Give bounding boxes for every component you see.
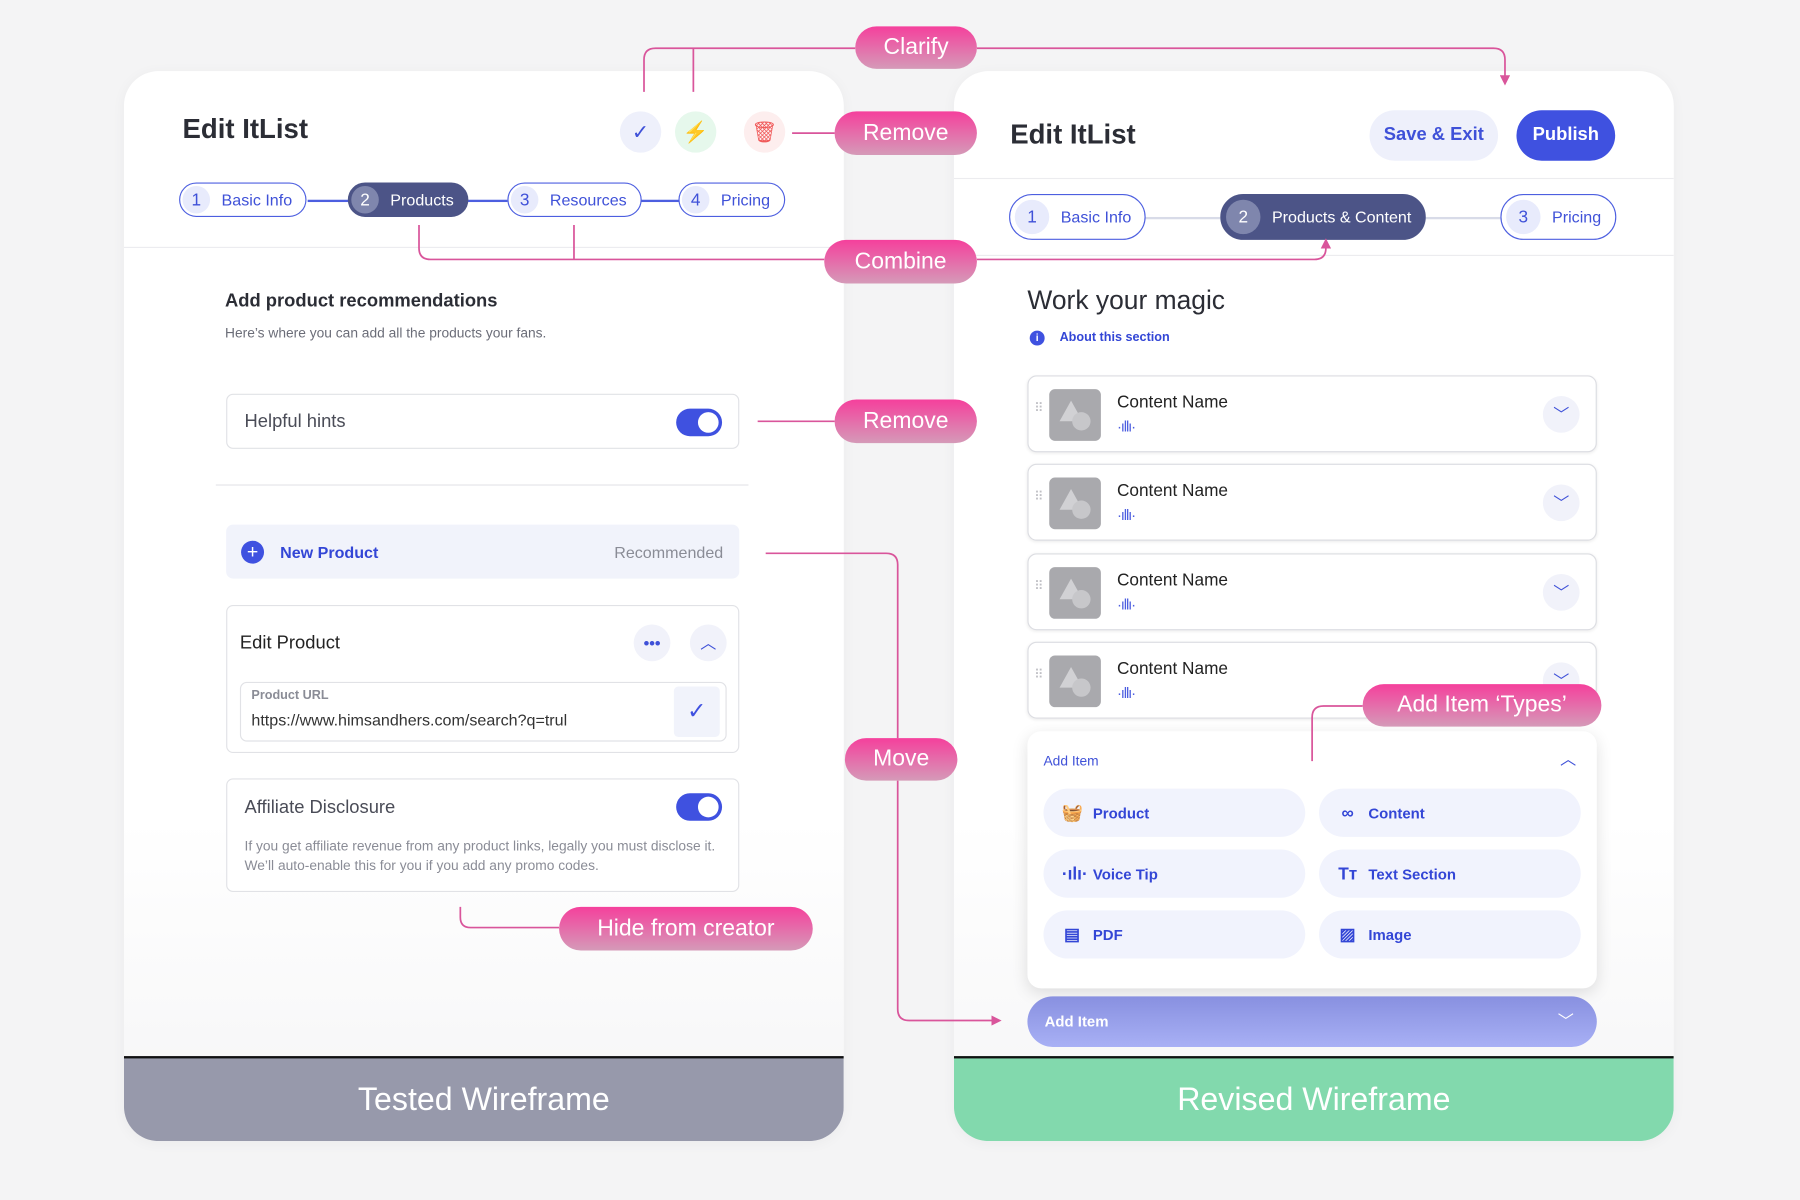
annotation-hide-from-creator: Hide from creator	[559, 906, 813, 951]
annotation-add-item-types: Add Item ‘Types’	[1362, 684, 1602, 727]
annotation-connectors	[418, 47, 1800, 1200]
annotation-clarify: Clarify	[855, 26, 977, 69]
annotation-remove-actions: Remove	[834, 111, 977, 155]
annotation-move: Move	[844, 738, 958, 781]
annotation-combine: Combine	[824, 239, 977, 284]
annotation-remove-hints: Remove	[834, 399, 977, 444]
